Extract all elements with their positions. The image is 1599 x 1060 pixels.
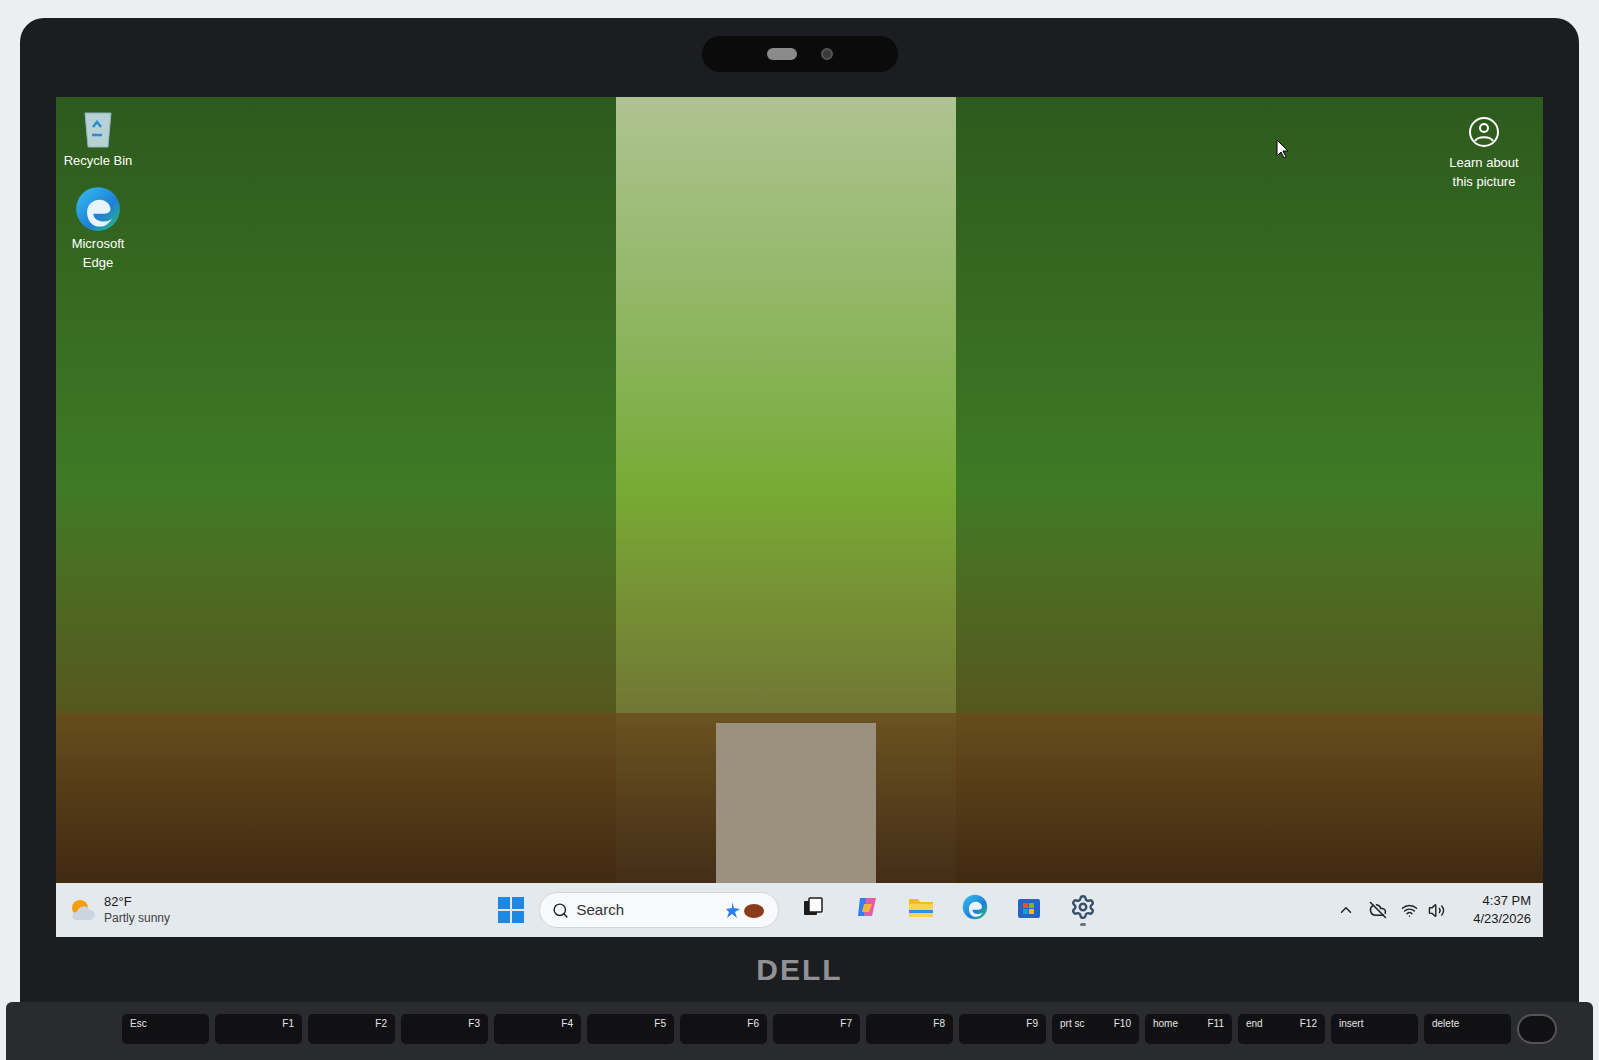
folder-icon (907, 895, 935, 919)
privacy-shutter-icon (767, 48, 797, 60)
bottom-bezel: DELL (56, 937, 1543, 1002)
keyboard-key[interactable]: homeF11 (1145, 1014, 1232, 1044)
keyboard-key[interactable]: F2 (308, 1014, 395, 1044)
keyboard-key[interactable]: Esc (122, 1014, 209, 1044)
taskbar-app[interactable] (1063, 887, 1103, 933)
camera-lens-icon (821, 48, 833, 60)
taskbar-app[interactable] (1009, 887, 1049, 933)
edge-icon (961, 893, 989, 921)
weather-widget[interactable]: 82°FPartly sunny (68, 893, 497, 927)
keyboard-key[interactable]: prt scF10 (1052, 1014, 1139, 1044)
keyboard-key[interactable]: insert (1331, 1014, 1418, 1044)
keyboard-key[interactable]: F3 (401, 1014, 488, 1044)
gear-icon (1070, 894, 1096, 920)
taskbar: 82°FPartly sunny Search 4:37 PM4/23/2026 (56, 883, 1543, 937)
keyboard-key[interactable]: delete (1424, 1014, 1511, 1044)
partly-sunny-icon (68, 896, 96, 924)
keyboard-key[interactable]: F7 (773, 1014, 860, 1044)
copilot-icon (854, 894, 880, 920)
taskbar-app[interactable] (901, 887, 941, 933)
photo: Recycle Bin Microsoft Edge Learn about thi… (0, 0, 1599, 1060)
start-button[interactable] (497, 896, 525, 924)
taskbar-app[interactable] (847, 887, 887, 933)
chevron-up-icon[interactable] (1337, 901, 1355, 919)
keyboard-key[interactable]: F1 (215, 1014, 302, 1044)
spotlight-button[interactable]: Learn about this picture (1441, 115, 1527, 191)
mouse-cursor-icon (1276, 139, 1290, 159)
keyboard-key[interactable]: F8 (866, 1014, 953, 1044)
keyboard-key[interactable]: F5 (587, 1014, 674, 1044)
spotlight-icon (1467, 115, 1501, 149)
wallpaper: Recycle Bin Microsoft Edge Learn about thi… (56, 97, 1543, 883)
laptop-lid: Recycle Bin Microsoft Edge Learn about thi… (20, 18, 1579, 1002)
clock[interactable]: 4:37 PM4/23/2026 (1473, 892, 1531, 928)
edge-icon (73, 184, 123, 234)
screen: Recycle Bin Microsoft Edge Learn about thi… (56, 97, 1543, 937)
recycle-bin-icon (75, 105, 121, 151)
power-button[interactable] (1517, 1014, 1557, 1044)
desktop-icon[interactable]: Recycle Bin (60, 105, 136, 170)
taskbar-app[interactable] (955, 887, 995, 933)
keyboard-key[interactable]: F9 (959, 1014, 1046, 1044)
volume-icon[interactable] (1428, 902, 1445, 919)
webcam (702, 36, 898, 72)
dell-logo: DELL (756, 947, 842, 992)
wifi-icon[interactable] (1401, 902, 1418, 919)
search-icon (552, 902, 569, 919)
desktop-icon[interactable]: Microsoft Edge (60, 184, 136, 272)
cloud-off-icon[interactable] (1369, 901, 1387, 919)
keyboard-key[interactable]: F4 (494, 1014, 581, 1044)
keyboard-key[interactable]: F6 (680, 1014, 767, 1044)
search-box[interactable]: Search (539, 892, 779, 928)
keyboard-deck: EscF1F2F3F4F5F6F7F8F9prt scF10homeF11end… (6, 1002, 1593, 1060)
search-highlight-icon (726, 898, 766, 922)
taskbar-app[interactable] (793, 887, 833, 933)
keyboard-key[interactable]: endF12 (1238, 1014, 1325, 1044)
store-icon (1016, 894, 1042, 920)
task-view-icon (801, 895, 825, 919)
